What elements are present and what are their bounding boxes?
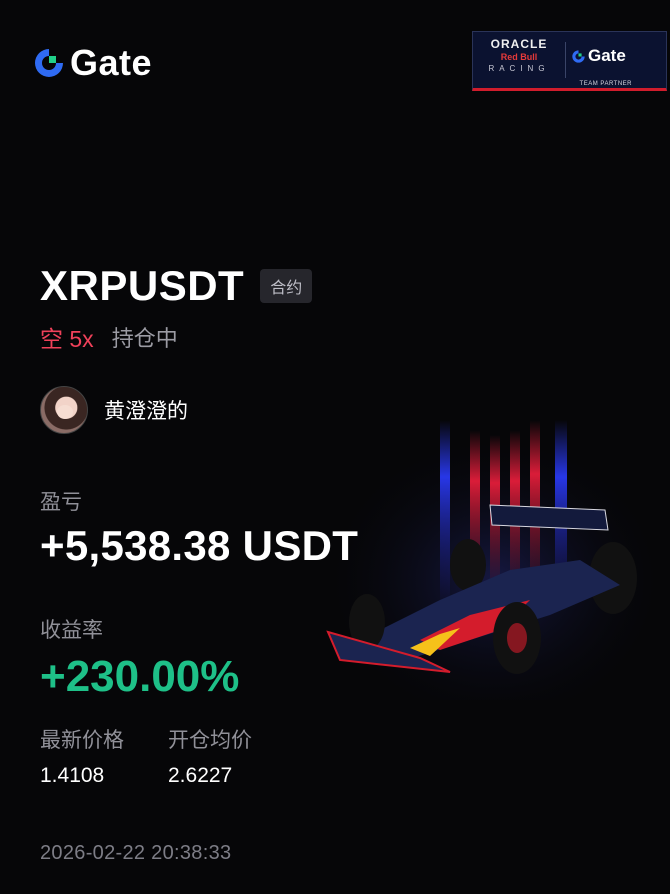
gate-logo-icon — [35, 49, 63, 77]
entry-price-value: 2.6227 — [168, 764, 233, 787]
partner-gate-text: Gate — [588, 46, 626, 65]
last-price-value: 1.4108 — [40, 764, 105, 787]
symbol-row: XRPUSDT 合约 — [40, 262, 313, 310]
last-price-label: 最新价格 — [40, 729, 124, 752]
price-labels: 最新价格 开仓均价 — [40, 724, 296, 754]
partner-divider — [565, 42, 566, 78]
oracle-text: ORACLE — [490, 37, 548, 51]
racing-text: RACING — [488, 64, 550, 73]
position-row: 空 5x 持仓中 — [40, 320, 178, 354]
f1-car-illustration — [320, 400, 670, 700]
timestamp: 2026-02-22 20:38:33 — [40, 842, 232, 864]
brand-name: Gate — [70, 42, 153, 83]
team-partner-text: TEAM PARTNER — [579, 81, 632, 87]
symbol-title: XRPUSDT — [40, 262, 245, 309]
roi-label: 收益率 — [40, 619, 103, 642]
pnl-value: +5,538.38 USDT — [40, 522, 359, 569]
price-values: 1.4108 2.6227 — [40, 764, 296, 788]
contract-tag: 合约 — [260, 269, 313, 303]
user-row: 黄澄澄的 — [40, 386, 188, 434]
position-side: 空 5x — [40, 326, 94, 352]
position-status: 持仓中 — [111, 326, 178, 351]
team-partner-badge: ORACLE Red Bull RACING Gate TEAM PARTNER — [472, 31, 667, 91]
gate-logo: Gate — [32, 42, 152, 84]
roi-value: +230.00% — [40, 652, 240, 701]
gate-mini-logo-icon — [572, 49, 585, 63]
username: 黄澄澄的 — [104, 400, 188, 423]
user-avatar — [40, 386, 88, 434]
pnl-label: 盈亏 — [40, 491, 82, 514]
entry-price-label: 开仓均价 — [168, 729, 252, 752]
redbull-text: Red Bull — [500, 52, 538, 62]
